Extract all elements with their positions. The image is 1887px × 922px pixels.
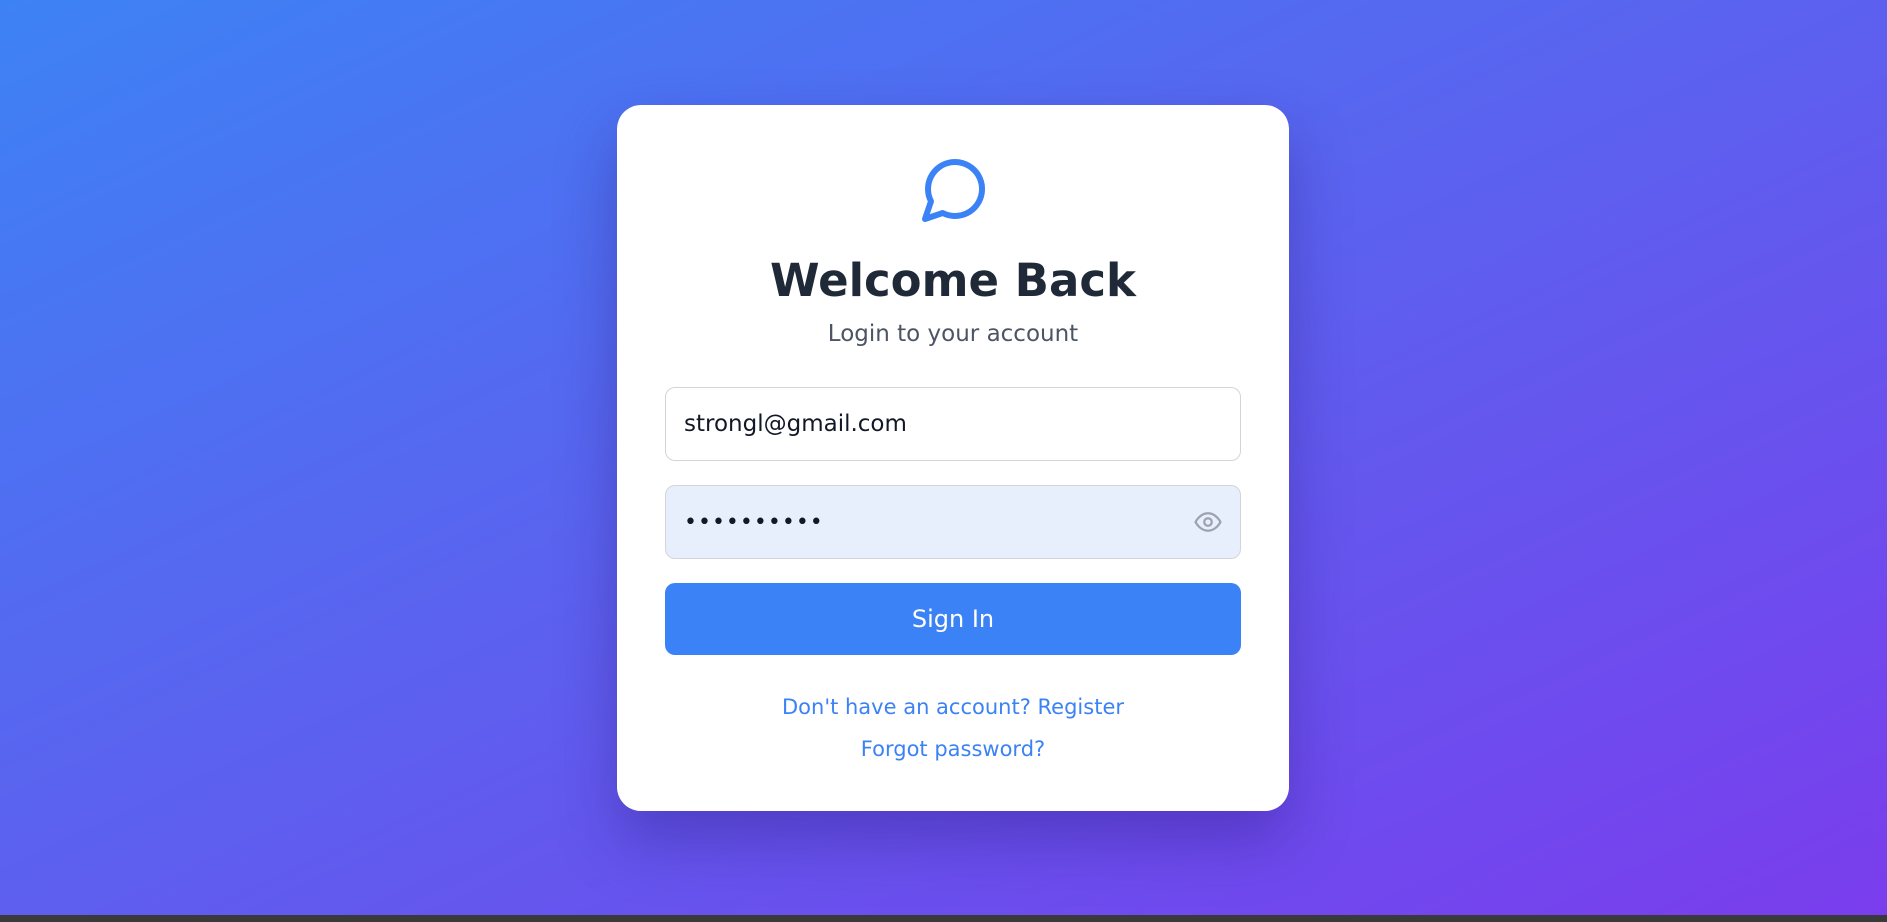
page-background: Welcome Back Login to your account Sign …	[0, 0, 1887, 915]
page-subtitle: Login to your account	[827, 321, 1079, 347]
chat-bubble-icon	[919, 153, 991, 225]
password-field-wrapper	[665, 485, 1241, 559]
email-field[interactable]	[665, 387, 1241, 461]
login-card: Welcome Back Login to your account Sign …	[617, 105, 1289, 811]
page-title: Welcome Back	[770, 254, 1136, 307]
sign-in-button[interactable]: Sign In	[665, 583, 1241, 655]
password-field[interactable]	[665, 485, 1241, 559]
register-link[interactable]: Don't have an account? Register	[617, 693, 1289, 721]
eye-icon[interactable]	[1191, 505, 1225, 539]
forgot-password-link[interactable]: Forgot password?	[617, 735, 1289, 763]
